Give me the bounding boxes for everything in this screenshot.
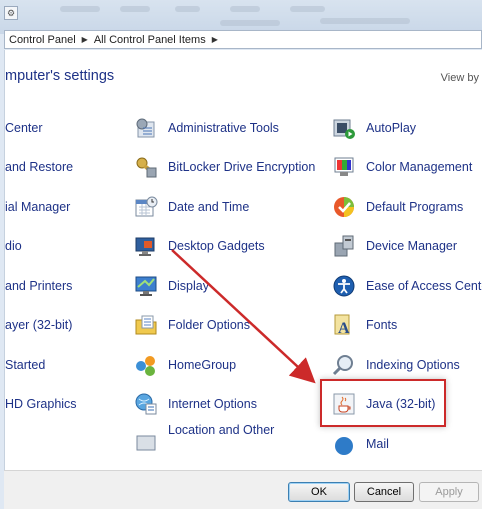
cp-item-homegroup[interactable]: HomeGroup <box>133 351 236 379</box>
cp-item[interactable]: ayer (32-bit) <box>5 311 72 339</box>
date-time-icon <box>135 196 158 217</box>
blur-smudge <box>60 6 100 12</box>
blur-smudge <box>290 6 325 12</box>
blurred-background-window <box>0 0 482 34</box>
desktop-gadgets-icon <box>135 237 155 256</box>
ok-button[interactable]: OK <box>288 482 350 502</box>
homegroup-icon <box>136 356 155 376</box>
fonts-icon: A <box>334 314 350 337</box>
device-manager-icon <box>334 235 354 257</box>
cp-item-label[interactable]: Date and Time <box>168 200 249 214</box>
cp-item-label[interactable]: Indexing Options <box>366 358 460 372</box>
cp-item[interactable]: Started <box>5 351 45 379</box>
cp-item-label[interactable]: Folder Options <box>168 318 250 332</box>
breadcrumb-item[interactable]: Control Panel <box>9 34 76 46</box>
cp-item-label[interactable]: Display <box>168 279 209 293</box>
blur-smudge <box>120 6 150 12</box>
cp-item-fonts[interactable]: A Fonts <box>331 311 397 339</box>
cp-item-label[interactable]: Desktop Gadgets <box>168 239 265 253</box>
cp-item-label[interactable]: HomeGroup <box>168 358 236 372</box>
blur-smudge <box>220 20 280 26</box>
location-icon <box>136 435 156 451</box>
cp-item-label[interactable]: Mail <box>366 437 389 451</box>
breadcrumb-item[interactable]: All Control Panel Items <box>94 34 206 46</box>
cp-item-device-manager[interactable]: Device Manager <box>331 232 457 260</box>
cp-item-folder-options[interactable]: Folder Options <box>133 311 250 339</box>
cp-item-label[interactable]: BitLocker Drive Encryption <box>168 160 315 174</box>
default-programs-icon <box>334 197 354 217</box>
cp-item[interactable]: Center <box>5 114 43 142</box>
cp-item-label[interactable]: dio <box>5 239 22 253</box>
blur-smudge <box>320 18 410 24</box>
cp-item[interactable]: and Restore <box>5 153 73 181</box>
cp-item-label[interactable]: Default Programs <box>366 200 463 214</box>
cp-item-admin-tools[interactable]: Administrative Tools <box>133 114 279 142</box>
view-by-label: View by <box>440 72 479 84</box>
cp-item-label[interactable]: Administrative Tools <box>168 121 279 135</box>
cp-item-label[interactable]: Fonts <box>366 318 397 332</box>
page-title: mputer's settings <box>5 68 115 84</box>
cp-item-label[interactable]: Started <box>5 358 45 372</box>
blur-smudge <box>230 6 260 12</box>
chevron-right-icon[interactable]: ▶ <box>82 35 88 44</box>
bitlocker-icon <box>136 157 157 178</box>
cp-item-date-time[interactable]: Date and Time <box>133 193 249 221</box>
cp-item-bitlocker[interactable]: BitLocker Drive Encryption <box>133 153 315 181</box>
breadcrumb: Control Panel ▶ All Control Panel Items … <box>4 30 482 49</box>
cp-item[interactable]: dio <box>5 232 22 260</box>
cp-item-label[interactable]: and Restore <box>5 160 73 174</box>
apply-button[interactable]: Apply <box>419 482 479 502</box>
color-management-icon <box>334 157 354 176</box>
cp-item-label[interactable]: AutoPlay <box>366 121 416 135</box>
ease-of-access-icon <box>333 275 355 297</box>
cp-item-display[interactable]: Display <box>133 272 209 300</box>
cp-item-label[interactable]: Internet Options <box>168 397 257 411</box>
cp-item-label[interactable]: Ease of Access Center <box>366 279 482 293</box>
cp-item-mail[interactable]: Mail <box>331 430 389 458</box>
header-row: mputer's settings View by <box>5 50 482 102</box>
cp-item-label[interactable]: Location and Other <box>168 423 274 437</box>
cancel-button[interactable]: Cancel <box>354 482 414 502</box>
java-highlight-box <box>320 379 446 427</box>
cp-item[interactable]: ial Manager <box>5 193 70 221</box>
autoplay-icon <box>333 119 355 139</box>
indexing-options-icon <box>332 355 353 376</box>
cp-item[interactable]: and Printers <box>5 272 72 300</box>
admin-tools-icon <box>136 118 155 138</box>
cp-item-label[interactable]: HD Graphics <box>5 397 77 411</box>
internet-options-icon <box>135 393 157 415</box>
dialog-footer: OK Cancel Apply <box>4 470 482 509</box>
cp-item-indexing-options[interactable]: Indexing Options <box>331 351 460 379</box>
cp-item-location[interactable]: Location and Other <box>133 423 274 453</box>
chevron-right-icon[interactable]: ▶ <box>212 35 218 44</box>
display-icon <box>135 276 157 296</box>
cp-item-label[interactable]: ial Manager <box>5 200 70 214</box>
cp-item-label[interactable]: ayer (32-bit) <box>5 318 72 332</box>
cp-item-autoplay[interactable]: AutoPlay <box>331 114 416 142</box>
cp-item-color-management[interactable]: Color Management <box>331 153 472 181</box>
window-icon: ⚙ <box>4 6 18 20</box>
cp-item-label[interactable]: and Printers <box>5 279 72 293</box>
blur-smudge <box>175 6 200 12</box>
cp-item-ease-of-access[interactable]: Ease of Access Center <box>331 272 482 300</box>
mail-icon <box>335 437 353 455</box>
cp-item-label[interactable]: Color Management <box>366 160 472 174</box>
cp-item-default-programs[interactable]: Default Programs <box>331 193 463 221</box>
cp-item-label[interactable]: Device Manager <box>366 239 457 253</box>
cp-item-label[interactable]: Center <box>5 121 43 135</box>
svg-text:A: A <box>338 320 350 337</box>
cp-item-desktop-gadgets[interactable]: Desktop Gadgets <box>133 232 265 260</box>
cp-item[interactable]: HD Graphics <box>5 390 77 418</box>
cp-item-internet-options[interactable]: Internet Options <box>133 390 257 418</box>
folder-options-icon <box>135 315 157 335</box>
